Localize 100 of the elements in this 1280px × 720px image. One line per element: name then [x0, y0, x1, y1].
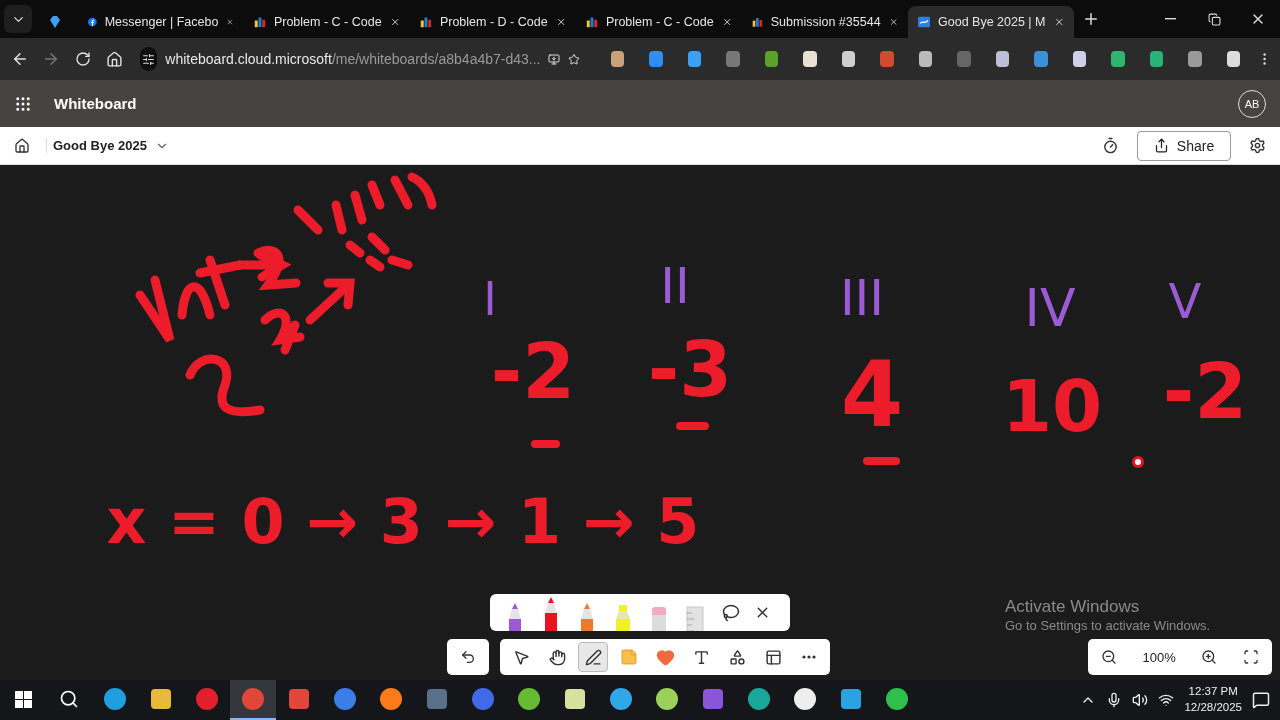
- tool-button[interactable]: [578, 642, 608, 672]
- extension-icon[interactable]: [1149, 51, 1164, 67]
- undo-icon: [460, 649, 476, 665]
- bar-chart-icon: [586, 15, 598, 29]
- share-icon: [1153, 138, 1169, 153]
- handwritten-text: -2: [1162, 346, 1248, 436]
- tab-title: Problem - C - Code: [273, 15, 382, 29]
- tab-title: Good Bye 2025 | M: [938, 15, 1046, 29]
- extension-icon[interactable]: [610, 51, 625, 67]
- handwritten-text: -3: [647, 324, 733, 414]
- sticky-note-icon: [620, 648, 638, 666]
- whiteboard-icon: [918, 15, 930, 29]
- underline-mark: [863, 457, 900, 465]
- search-icon: [59, 689, 79, 709]
- handwritten-text: -2: [490, 326, 576, 416]
- taskbar-app[interactable]: [230, 680, 276, 720]
- underline-mark: [531, 440, 560, 448]
- app-icon: [287, 687, 311, 711]
- tab-title: Submission #35544: [770, 15, 881, 29]
- tab-list-button[interactable]: [4, 5, 32, 33]
- wifi-icon[interactable]: [1158, 692, 1175, 708]
- app-icon: [609, 687, 633, 711]
- home-icon: [106, 50, 124, 68]
- home-icon: [14, 137, 30, 154]
- plus-icon: [1082, 10, 1100, 28]
- app-icon: [425, 687, 449, 711]
- settings-icon: [1249, 137, 1266, 154]
- app-icon: [701, 687, 725, 711]
- handwritten-text: IV: [1024, 278, 1076, 338]
- handwritten-text: V: [1168, 273, 1202, 329]
- handwritten-text: 4: [840, 341, 904, 447]
- extension-icon[interactable]: [803, 51, 817, 67]
- tab-title: Problem - D - Code: [439, 15, 548, 29]
- bar-chart-icon: [752, 15, 763, 29]
- handwritten-text: 10: [1001, 364, 1103, 448]
- extension-icon[interactable]: [995, 51, 1010, 67]
- extension-icon[interactable]: [687, 51, 702, 67]
- browser-tab[interactable]: Good Bye 2025 | M: [908, 6, 1074, 38]
- new-tab-button[interactable]: [1082, 10, 1100, 28]
- more-icon: [802, 655, 816, 659]
- restore-icon: [1207, 12, 1221, 26]
- underline-mark: [676, 422, 709, 430]
- browser-tab[interactable]: Problem - D - Code: [410, 6, 576, 38]
- app-icon: [655, 687, 679, 711]
- heart-icon: [655, 647, 675, 667]
- extension-icon[interactable]: [841, 51, 856, 67]
- clock[interactable]: 12:37 PM 12/28/2025: [1184, 684, 1242, 716]
- app-icon: [103, 687, 127, 711]
- browser-tab[interactable]: Problem - C - Code: [576, 6, 742, 38]
- extension-icon[interactable]: [1072, 51, 1087, 67]
- app-icon: [241, 687, 265, 711]
- extension-icon[interactable]: [918, 51, 933, 67]
- app-icon: [379, 687, 403, 711]
- handwritten-text: I: [483, 272, 497, 326]
- hand-icon: [548, 648, 566, 666]
- bar-chart-icon: [254, 15, 266, 29]
- app-icon: [839, 687, 863, 711]
- lasso-icon[interactable]: [722, 603, 740, 622]
- app-title: Whiteboard: [54, 95, 138, 112]
- app-icon: [149, 687, 173, 711]
- speaker-icon[interactable]: [1132, 692, 1149, 708]
- handwritten-text: II: [660, 257, 690, 315]
- app-icon: [885, 687, 909, 711]
- app-icon: [333, 687, 357, 711]
- gem-icon: [48, 15, 62, 29]
- board-name-button[interactable]: Good Bye 2025: [46, 138, 175, 153]
- pointer-dot: [1132, 456, 1144, 468]
- app-icon: [793, 687, 817, 711]
- shapes-icon: [728, 648, 746, 666]
- app-icon: [471, 687, 495, 711]
- notifications-icon[interactable]: [1252, 691, 1270, 709]
- pointer-icon: [512, 648, 530, 666]
- pen-icon: [584, 648, 602, 666]
- app-icon: [747, 687, 771, 711]
- extension-icon[interactable]: [764, 51, 779, 67]
- app-icon: [195, 687, 219, 711]
- browser-tab[interactable]: Submission #35544: [742, 6, 908, 38]
- handwritten-text: III: [839, 269, 885, 327]
- tab-title: Problem - C - Code: [605, 15, 714, 29]
- browser-tab[interactable]: Problem - C - Code: [244, 6, 410, 38]
- timer-icon: [1102, 137, 1119, 154]
- app-icon: [563, 687, 587, 711]
- zoom-out-icon[interactable]: [1100, 649, 1117, 665]
- app-launcher-icon[interactable]: [14, 94, 32, 113]
- fit-screen-icon[interactable]: [1243, 649, 1260, 665]
- tab-title: Messenger | Facebo: [104, 15, 219, 29]
- site-info-button[interactable]: [140, 47, 158, 71]
- activation-title: Activate Windows: [1005, 597, 1141, 617]
- zoom-level: 100%: [1142, 649, 1176, 665]
- windows-logo-icon: [14, 690, 32, 708]
- text-icon: [692, 648, 710, 666]
- bar-chart-icon: [420, 15, 432, 29]
- sliders-icon: [142, 52, 156, 66]
- share-button[interactable]: Share: [1137, 130, 1231, 161]
- address-field[interactable]: whiteboard.cloud.microsoft/me/whiteboards/a8b4a4b7-d43...: [165, 51, 541, 67]
- browser-tab[interactable]: Messenger | Facebo: [78, 6, 244, 38]
- extension-icon[interactable]: [1226, 51, 1241, 67]
- app-icon: [517, 687, 541, 711]
- zoom-in-icon[interactable]: [1201, 649, 1218, 665]
- reload-icon: [75, 51, 91, 67]
